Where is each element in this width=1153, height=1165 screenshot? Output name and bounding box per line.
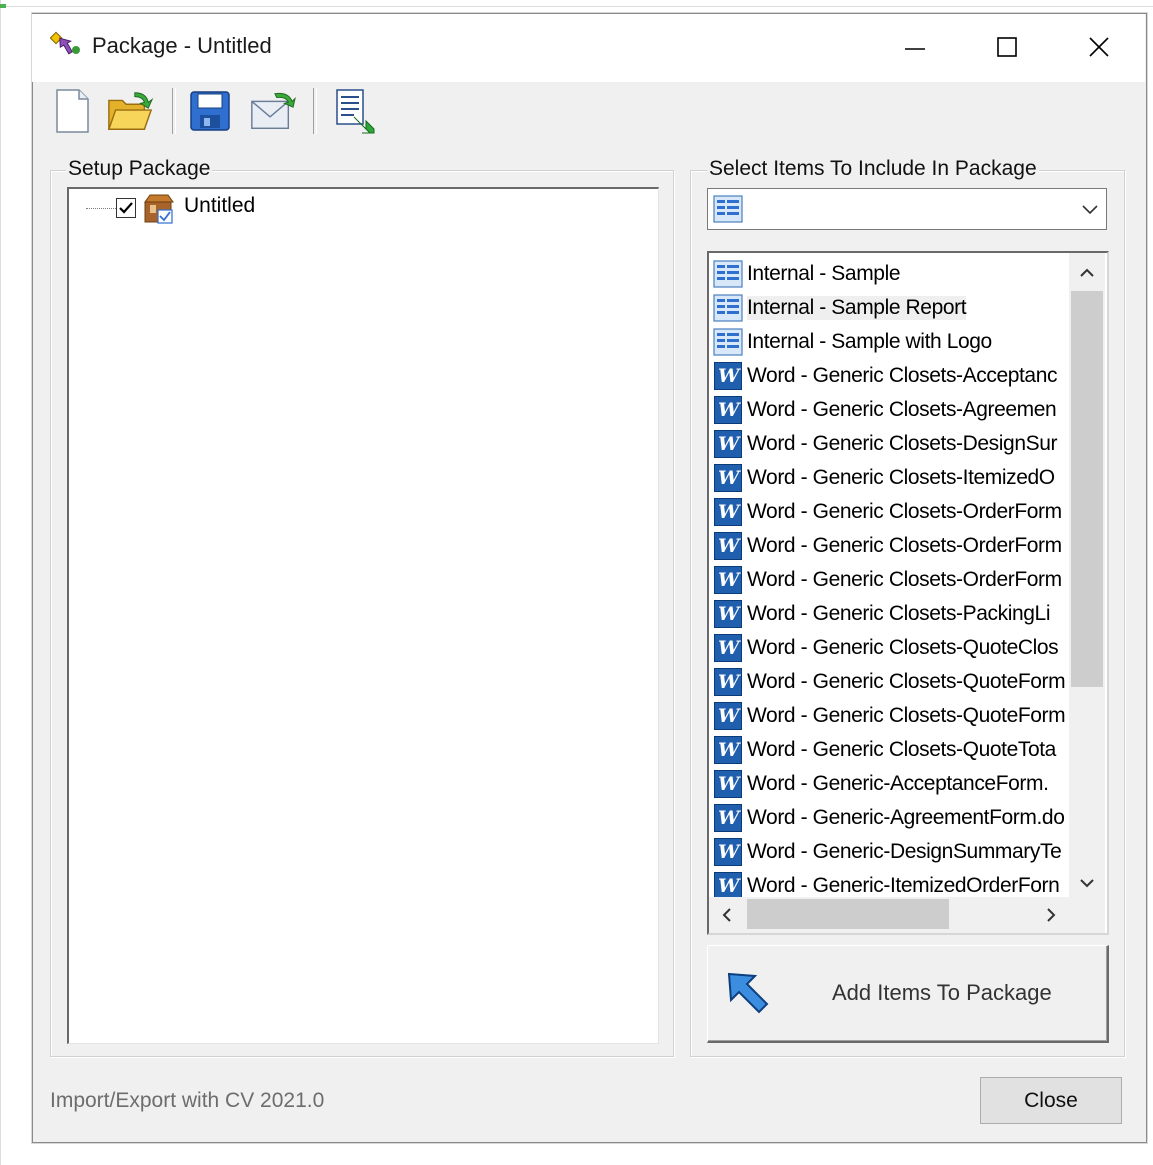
report-type-icon	[713, 293, 743, 323]
list-item-label: Word - Generic-ItemizedOrderForn	[747, 874, 1060, 897]
items-listbox[interactable]: Internal - Sample Internal - Sample Repor…	[707, 251, 1109, 935]
list-item[interactable]: Internal - Sample	[713, 257, 1073, 291]
arrow-up-left-icon	[725, 970, 771, 1016]
word-document-icon	[713, 803, 743, 833]
word-document-icon	[713, 395, 743, 425]
report-type-icon	[713, 259, 743, 289]
list-item[interactable]: Word - Generic Closets-Agreemen	[713, 393, 1073, 427]
list-item-label: Word - Generic Closets-OrderForm	[747, 500, 1062, 523]
scroll-up-arrow-icon[interactable]	[1077, 263, 1097, 283]
list-item[interactable]: Word - Generic Closets-QuoteClos	[713, 631, 1073, 665]
word-document-icon	[713, 769, 743, 799]
list-item-label: Word - Generic Closets-QuoteForm	[747, 704, 1066, 727]
scroll-left-arrow-icon[interactable]	[717, 905, 737, 925]
list-item[interactable]: Word - Generic Closets-QuoteTota	[713, 733, 1073, 767]
list-item[interactable]: Word - Generic Closets-Acceptanc	[713, 359, 1073, 393]
list-item[interactable]: Word - Generic-DesignSummaryTe	[713, 835, 1073, 869]
list-item-label: Word - Generic-AcceptanceForm.	[747, 772, 1049, 795]
list-item-label: Word - Generic Closets-Acceptanc	[747, 364, 1058, 387]
list-item-label: Word - Generic Closets-OrderForm	[747, 568, 1062, 591]
horizontal-scroll-thumb[interactable]	[747, 899, 949, 929]
list-item[interactable]: Word - Generic-AgreementForm.do	[713, 801, 1073, 835]
toolbar-separator	[172, 88, 176, 134]
select-items-label: Select Items To Include In Package	[707, 156, 1039, 182]
report-type-icon	[713, 195, 743, 223]
word-document-icon	[713, 463, 743, 493]
close-button[interactable]: Close	[980, 1077, 1122, 1124]
vertical-scroll-thumb[interactable]	[1071, 291, 1103, 687]
list-item[interactable]: Word - Generic Closets-DesignSur	[713, 427, 1073, 461]
list-item-label: Word - Generic-AgreementForm.do	[747, 806, 1065, 829]
list-item-label: Word - Generic Closets-PackingLi	[747, 602, 1051, 625]
list-item-label: Internal - Sample Report	[747, 296, 967, 320]
list-item[interactable]: Word - Generic Closets-QuoteForm	[713, 699, 1073, 733]
list-item[interactable]: Internal - Sample with Logo	[713, 325, 1073, 359]
list-item-label: Word - Generic Closets-QuoteTota	[747, 738, 1056, 761]
word-document-icon	[713, 599, 743, 629]
vertical-scrollbar[interactable]	[1069, 253, 1105, 899]
add-items-label[interactable]: Add Items To Package	[832, 980, 1052, 1006]
word-document-icon	[713, 429, 743, 459]
list-item[interactable]: Word - Generic Closets-QuoteForm	[713, 665, 1073, 699]
package-tree[interactable]	[67, 187, 659, 1044]
word-document-icon	[713, 497, 743, 527]
scroll-right-arrow-icon[interactable]	[1041, 905, 1061, 925]
item-type-dropdown[interactable]	[707, 188, 1107, 230]
setup-package-label: Setup Package	[66, 156, 213, 182]
list-item[interactable]: Word - Generic Closets-PackingLi	[713, 597, 1073, 631]
version-text: Import/Export with CV 2021.0	[50, 1089, 325, 1112]
list-item-label: Word - Generic Closets-QuoteForm	[747, 670, 1066, 693]
word-document-icon	[713, 837, 743, 867]
chevron-down-icon[interactable]	[1080, 199, 1100, 219]
list-item[interactable]: Word - Generic Closets-OrderForm	[713, 529, 1073, 563]
scroll-down-arrow-icon[interactable]	[1077, 873, 1097, 893]
tree-connector-line	[86, 208, 116, 210]
report-type-icon	[713, 327, 743, 357]
outer-border-line	[0, 6, 1153, 7]
tree-item-label[interactable]: Untitled	[184, 194, 255, 218]
word-document-icon	[713, 701, 743, 731]
list-item-label: Word - Generic-DesignSummaryTe	[747, 840, 1062, 863]
word-document-icon	[713, 735, 743, 765]
word-document-icon	[713, 633, 743, 663]
word-document-icon	[713, 361, 743, 391]
save-disk-icon[interactable]	[186, 86, 234, 136]
list-item-label: Word - Generic Closets-DesignSur	[747, 432, 1058, 455]
open-folder-icon[interactable]	[106, 86, 154, 136]
word-document-icon	[713, 667, 743, 697]
window-title: Package - Untitled	[92, 33, 272, 58]
scrollbar-corner	[1069, 897, 1105, 933]
word-document-icon	[713, 565, 743, 595]
package-app-icon	[49, 30, 84, 58]
horizontal-scrollbar[interactable]	[709, 897, 1069, 933]
list-item[interactable]: Internal - Sample Report	[713, 291, 1073, 325]
email-envelope-icon[interactable]	[248, 86, 296, 136]
close-window-button[interactable]	[1053, 14, 1145, 80]
list-item[interactable]: Word - Generic Closets-OrderForm	[713, 563, 1073, 597]
minimize-button[interactable]	[869, 14, 961, 80]
list-item[interactable]: Word - Generic-AcceptanceForm.	[713, 767, 1073, 801]
list-item-label: Internal - Sample	[747, 262, 901, 285]
tree-item-checkbox[interactable]	[116, 198, 136, 218]
list-item[interactable]: Word - Generic Closets-OrderForm	[713, 495, 1073, 529]
list-item-label: Internal - Sample with Logo	[747, 330, 992, 353]
export-document-icon[interactable]	[330, 86, 378, 136]
list-item[interactable]: Word - Generic Closets-ItemizedO	[713, 461, 1073, 495]
word-document-icon	[713, 531, 743, 561]
toolbar-separator	[313, 88, 317, 134]
list-item-label: Word - Generic Closets-Agreemen	[747, 398, 1057, 421]
list-item-label: Word - Generic Closets-ItemizedO	[747, 466, 1055, 489]
list-item-label: Word - Generic Closets-QuoteClos	[747, 636, 1059, 659]
background-marker	[0, 4, 6, 8]
maximize-button[interactable]	[961, 14, 1053, 80]
outer-border-line	[0, 0, 1, 1165]
list-item-label: Word - Generic Closets-OrderForm	[747, 534, 1062, 557]
new-document-icon[interactable]	[48, 86, 96, 136]
package-box-icon	[142, 192, 176, 224]
